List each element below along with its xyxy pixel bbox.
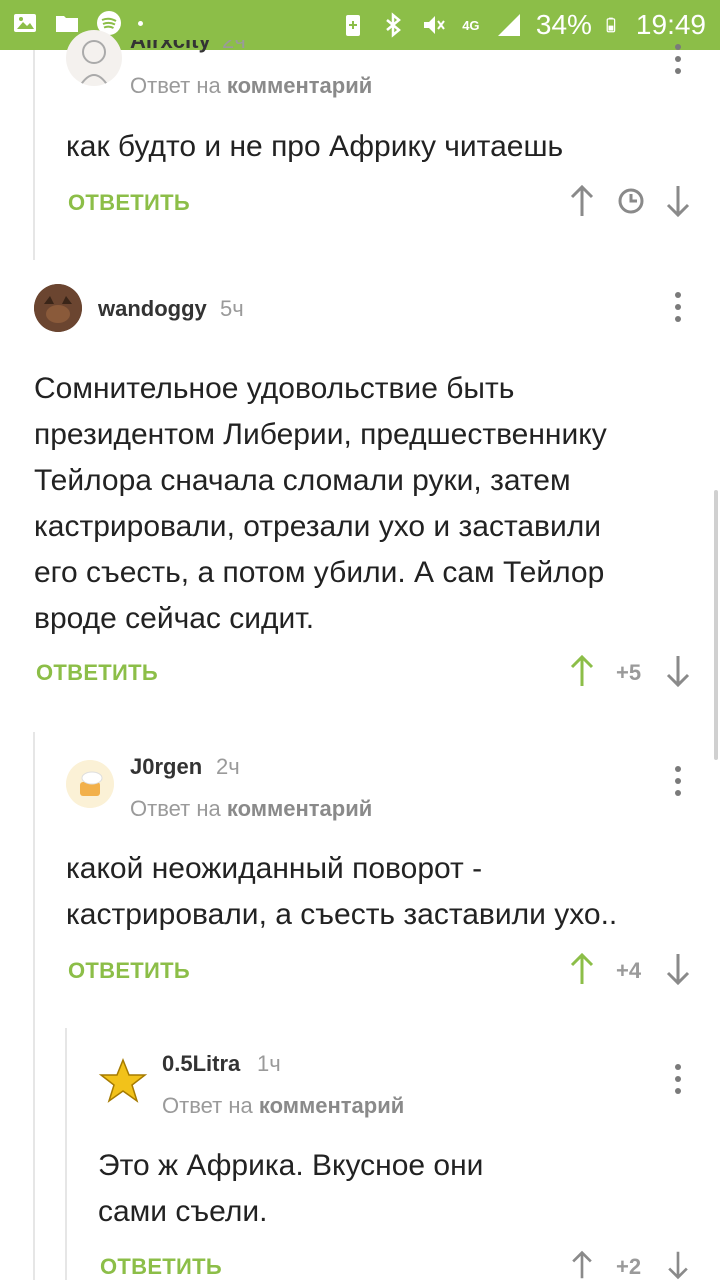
downvote-arrow-icon[interactable]	[664, 654, 692, 688]
reply-to-label[interactable]: Ответ на комментарий	[130, 73, 372, 99]
avatar[interactable]	[66, 760, 114, 808]
vote-score: +5	[616, 660, 642, 685]
avatar[interactable]	[34, 284, 82, 332]
upvote-arrow-icon[interactable]	[568, 1250, 596, 1280]
network-type: 4G	[462, 17, 480, 33]
comment-text: Это ж Африка. Вкусное они сами съели.	[98, 1149, 484, 1228]
more-options-icon[interactable]	[674, 1064, 682, 1100]
downvote-arrow-icon[interactable]	[664, 952, 692, 986]
reply-button[interactable]: ОТВЕТИТЬ	[68, 958, 190, 984]
upvote-arrow-icon[interactable]	[568, 184, 596, 218]
battery-saver-icon	[345, 15, 360, 36]
comment-time: 2ч	[216, 754, 240, 779]
thread-line	[33, 732, 35, 1280]
signal-icon	[497, 14, 520, 36]
comment-text: как будто и не про Африку читаешь	[66, 130, 564, 163]
more-options-icon[interactable]	[674, 292, 682, 328]
comment-time: 1ч	[257, 1051, 281, 1076]
clock: 19:49	[635, 9, 706, 40]
reply-to-label[interactable]: Ответ на комментарий	[162, 1093, 404, 1119]
notification-dot-icon	[138, 20, 143, 26]
comment-time: 5ч	[220, 296, 244, 321]
avatar[interactable]	[66, 30, 122, 86]
reply-to-target-link[interactable]: комментарий	[259, 1093, 404, 1118]
folder-icon	[56, 16, 78, 32]
reply-button[interactable]: ОТВЕТИТЬ	[100, 1254, 222, 1280]
upvote-arrow-icon[interactable]	[568, 654, 596, 688]
downvote-arrow-icon[interactable]	[664, 184, 692, 218]
battery-percent: 34%	[535, 9, 592, 40]
battery-icon	[606, 17, 616, 33]
clock-icon	[618, 188, 644, 214]
mute-icon	[423, 16, 445, 34]
comment-username[interactable]: J0rgen	[130, 754, 202, 780]
more-options-icon[interactable]	[674, 44, 682, 80]
reply-to-label[interactable]: Ответ на комментарий	[130, 796, 372, 822]
upvote-arrow-icon[interactable]	[568, 952, 596, 986]
thread-line	[65, 1028, 67, 1280]
vote-score: +2	[616, 1254, 642, 1279]
bluetooth-icon	[386, 12, 401, 38]
gallery-icon	[14, 14, 36, 32]
reply-button[interactable]: ОТВЕТИТЬ	[68, 190, 190, 216]
star-avatar-icon[interactable]	[98, 1056, 148, 1106]
vote-score: +4	[616, 958, 642, 983]
more-options-icon[interactable]	[674, 766, 682, 802]
reply-to-target-link[interactable]: комментарий	[227, 73, 372, 98]
thread-line	[33, 50, 35, 260]
reply-button[interactable]: ОТВЕТИТЬ	[36, 660, 158, 686]
comment-username[interactable]: wandoggy	[98, 296, 207, 322]
reply-to-target-link[interactable]: комментарий	[227, 796, 372, 821]
comment-username[interactable]: 0.5Litra	[162, 1051, 240, 1077]
downvote-arrow-icon[interactable]	[664, 1250, 692, 1280]
comment-text: какой неожиданный поворот - кастрировали…	[66, 852, 618, 931]
scrollbar[interactable]	[714, 490, 718, 760]
comment-text: Сомнительное удовольствие быть президент…	[34, 372, 607, 635]
